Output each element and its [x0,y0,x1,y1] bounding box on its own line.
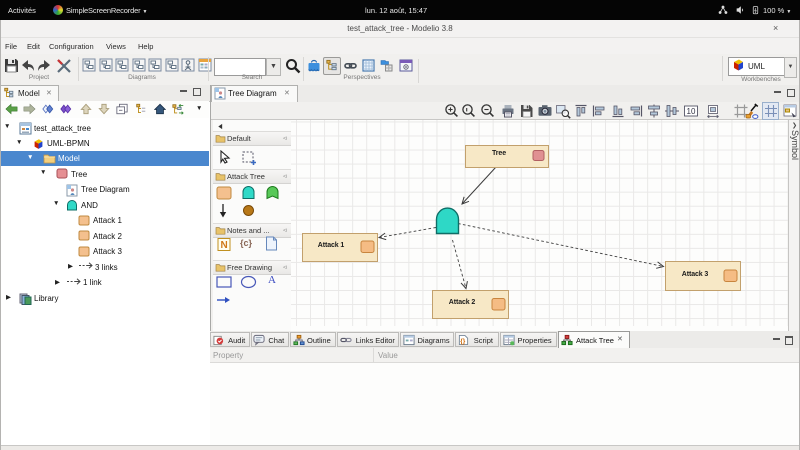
svg-text:N: N [221,240,228,251]
svg-text:{}: {} [460,338,465,345]
